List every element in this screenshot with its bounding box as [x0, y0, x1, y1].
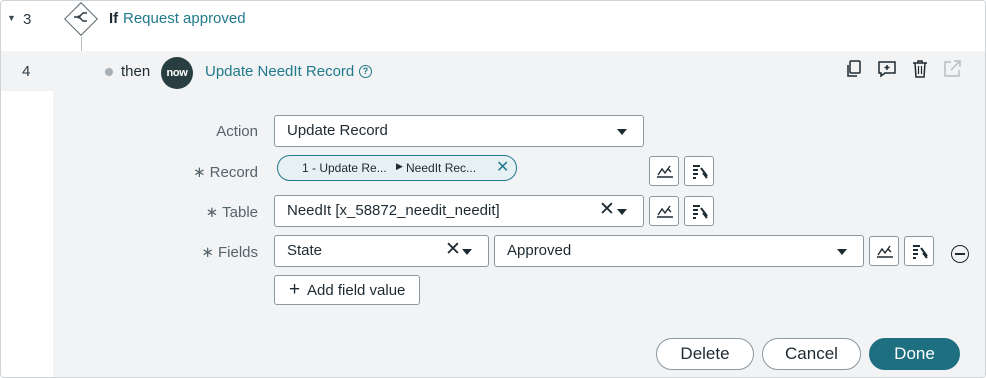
- add-field-value-button[interactable]: + Add field value: [274, 275, 420, 305]
- add-field-value-label: Add field value: [307, 282, 406, 299]
- action-select-value: Update Record: [287, 122, 388, 139]
- action-title-link[interactable]: Update NeedIt Record: [205, 63, 354, 80]
- chevron-down-icon: [617, 209, 627, 215]
- field-name-value: State: [287, 242, 323, 259]
- chevron-down-icon: [617, 129, 627, 135]
- chevron-down-icon: [837, 249, 847, 255]
- clear-icon[interactable]: ✕: [445, 238, 461, 261]
- record-script-button[interactable]: [649, 156, 679, 186]
- table-select-value: NeedIt [x_58872_needit_needit]: [287, 202, 500, 219]
- cancel-button[interactable]: Cancel: [762, 338, 861, 370]
- plus-icon: +: [289, 279, 301, 300]
- table-select[interactable]: NeedIt [x_58872_needit_needit] ✕: [274, 195, 644, 227]
- step-gutter: [1, 51, 53, 377]
- field-value-select[interactable]: Approved: [494, 235, 864, 267]
- if-keyword: If: [109, 10, 119, 27]
- step-number-if: 3: [23, 11, 32, 28]
- caret-down-icon[interactable]: ▼: [7, 13, 16, 23]
- then-keyword: then: [121, 63, 151, 80]
- action-label: Action: [216, 123, 258, 140]
- table-data-pill-picker[interactable]: [684, 196, 714, 226]
- done-button[interactable]: Done: [869, 338, 960, 370]
- pill-arrow-icon: ▶: [396, 161, 403, 171]
- pill-segment-step: 1 - Update Re...: [302, 161, 387, 175]
- trash-icon[interactable]: [910, 59, 932, 81]
- external-link-icon: [942, 59, 964, 81]
- record-data-pill-picker[interactable]: [684, 156, 714, 186]
- chevron-down-icon: [462, 249, 472, 255]
- step-bullet: [105, 68, 113, 76]
- field-value-value: Approved: [507, 242, 572, 259]
- delete-button[interactable]: Delete: [656, 338, 754, 370]
- flow-step-editor: ▼ 3 If Request approved 4 then now Updat…: [0, 0, 986, 378]
- record-data-pill[interactable]: 1 - Update Re... ▶ NeedIt Rec... ✕: [277, 155, 517, 181]
- pill-remove-icon[interactable]: ✕: [496, 157, 509, 177]
- help-icon[interactable]: ?: [359, 65, 372, 78]
- pill-segment-record: NeedIt Rec...: [406, 161, 477, 175]
- comment-add-icon[interactable]: [877, 59, 899, 81]
- action-select[interactable]: Update Record: [274, 115, 644, 147]
- remove-field-icon[interactable]: [951, 245, 969, 263]
- field-script-button[interactable]: [869, 236, 899, 266]
- field-name-select[interactable]: State ✕: [274, 235, 489, 267]
- branch-connector: [81, 37, 82, 51]
- servicenow-logo: now: [161, 57, 193, 89]
- branch-icon: [71, 10, 91, 28]
- table-label: ∗ Table: [205, 204, 258, 221]
- field-data-pill-picker[interactable]: [904, 236, 934, 266]
- record-label: ∗ Record: [193, 164, 258, 181]
- if-condition-link[interactable]: Request approved: [123, 10, 246, 27]
- fields-label: ∗ Fields: [201, 244, 258, 261]
- step-number-then: 4: [22, 63, 31, 80]
- table-script-button[interactable]: [649, 196, 679, 226]
- clear-icon[interactable]: ✕: [599, 198, 615, 221]
- copy-icon[interactable]: [844, 59, 866, 81]
